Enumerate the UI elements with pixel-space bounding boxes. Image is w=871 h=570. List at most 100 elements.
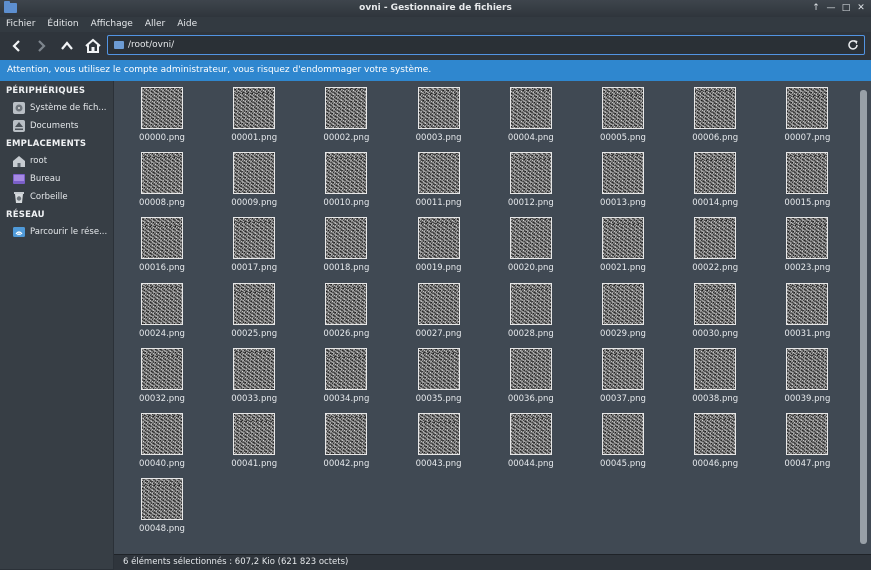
file-name: 00005.png (600, 133, 646, 143)
back-button[interactable] (7, 36, 27, 56)
location-bar[interactable]: /root/ovni/ (107, 35, 865, 55)
file-item[interactable]: 00027.png (403, 277, 475, 339)
sidebar-item-parcourir-reseau[interactable]: Parcourir le rése... (12, 224, 107, 240)
image-thumbnail (602, 282, 644, 325)
image-thumbnail (141, 217, 183, 260)
file-item[interactable]: 00000.png (126, 81, 198, 143)
file-item[interactable]: 00038.png (679, 342, 751, 404)
file-item[interactable]: 00037.png (587, 342, 659, 404)
selection-status: 6 éléments sélectionnés : 607,2 Kio (621… (123, 557, 349, 567)
always-on-top-button[interactable]: ↑ (810, 2, 822, 14)
file-item[interactable]: 00024.png (126, 277, 198, 339)
file-item[interactable]: 00001.png (218, 81, 290, 143)
image-thumbnail (417, 347, 460, 390)
sidebar-item-systeme-de-fichiers[interactable]: Système de fich... (12, 100, 106, 116)
image-thumbnail (417, 87, 460, 129)
image-thumbnail (233, 413, 276, 455)
close-button[interactable]: ✕ (855, 2, 867, 14)
file-name: 00029.png (600, 328, 646, 339)
sidebar-item-corbeille[interactable]: Corbeille (12, 189, 68, 205)
file-item[interactable]: 00039.png (771, 342, 843, 404)
image-thumbnail (694, 152, 737, 195)
file-item[interactable]: 00034.png (310, 342, 382, 404)
chevron-right-icon (38, 40, 46, 52)
file-item[interactable]: 00029.png (587, 277, 659, 339)
file-name: 00035.png (415, 393, 462, 404)
file-item[interactable]: 00009.png (218, 146, 290, 208)
file-item[interactable]: 00018.png (310, 211, 382, 273)
file-item[interactable]: 00008.png (126, 146, 198, 208)
file-item[interactable]: 00005.png (587, 81, 659, 143)
file-name: 00044.png (507, 459, 554, 469)
maximize-button[interactable]: □ (840, 2, 852, 14)
file-item[interactable]: 00003.png (403, 81, 475, 143)
sidebar-item-documents[interactable]: Documents (12, 118, 78, 134)
file-item[interactable]: 00023.png (771, 211, 843, 273)
image-thumbnail (786, 347, 829, 390)
minimize-button[interactable]: — (825, 2, 837, 14)
file-item[interactable]: 00004.png (495, 81, 567, 143)
menu-bar: Fichier Édition Affichage Aller Aide (0, 17, 871, 32)
file-item[interactable]: 00046.png (679, 407, 751, 469)
menu-aller[interactable]: Aller (145, 17, 165, 32)
file-name: 00017.png (231, 263, 278, 274)
image-thumbnail (141, 152, 183, 195)
forward-button[interactable] (31, 36, 51, 56)
menu-fichier[interactable]: Fichier (6, 17, 35, 32)
file-item[interactable]: 00006.png (679, 81, 751, 143)
image-thumbnail (233, 87, 276, 129)
sidebar-item-root[interactable]: root (12, 153, 47, 169)
file-item[interactable]: 00041.png (218, 407, 290, 469)
file-item[interactable]: 00036.png (495, 342, 567, 404)
file-item[interactable]: 00019.png (403, 211, 475, 273)
image-thumbnail (141, 282, 183, 325)
file-item[interactable]: 00022.png (679, 211, 751, 273)
file-item[interactable]: 00043.png (403, 407, 475, 469)
file-item[interactable]: 00026.png (310, 277, 382, 339)
menu-edition[interactable]: Édition (47, 17, 78, 32)
file-item[interactable]: 00040.png (126, 407, 198, 469)
file-name: 00006.png (692, 133, 739, 143)
file-name: 00039.png (784, 393, 831, 404)
file-item[interactable]: 00033.png (218, 342, 290, 404)
file-item[interactable]: 00015.png (771, 146, 843, 208)
folder-icon (114, 41, 124, 49)
image-thumbnail (141, 347, 183, 390)
file-name: 00047.png (784, 459, 831, 469)
file-item[interactable]: 00028.png (495, 277, 567, 339)
image-thumbnail (325, 413, 368, 455)
sidebar-item-bureau[interactable]: Bureau (12, 171, 60, 187)
file-item[interactable]: 00021.png (587, 211, 659, 273)
file-view[interactable]: 00000.png 00001.png 00002.png 00003.png 0000… (114, 81, 871, 554)
file-item[interactable]: 00012.png (495, 146, 567, 208)
location-path[interactable]: /root/ovni/ (128, 40, 174, 50)
file-item[interactable]: 00013.png (587, 146, 659, 208)
file-item[interactable]: 00048.png (126, 472, 198, 534)
home-button[interactable] (83, 36, 103, 56)
menu-affichage[interactable]: Affichage (91, 17, 133, 32)
file-item[interactable]: 00011.png (403, 146, 475, 208)
file-item[interactable]: 00032.png (126, 342, 198, 404)
file-item[interactable]: 00025.png (218, 277, 290, 339)
file-item[interactable]: 00020.png (495, 211, 567, 273)
image-thumbnail (786, 152, 829, 195)
menu-aide[interactable]: Aide (177, 17, 197, 32)
image-thumbnail (602, 413, 644, 455)
file-item[interactable]: 00030.png (679, 277, 751, 339)
file-item[interactable]: 00047.png (771, 407, 843, 469)
file-item[interactable]: 00042.png (310, 407, 382, 469)
file-item[interactable]: 00002.png (310, 81, 382, 143)
file-item[interactable]: 00014.png (679, 146, 751, 208)
section-reseau: RÉSEAU (6, 210, 45, 220)
file-item[interactable]: 00035.png (403, 342, 475, 404)
file-item[interactable]: 00031.png (771, 277, 843, 339)
file-item[interactable]: 00010.png (310, 146, 382, 208)
file-item[interactable]: 00045.png (587, 407, 659, 469)
file-item[interactable]: 00007.png (771, 81, 843, 143)
file-item[interactable]: 00044.png (495, 407, 567, 469)
reload-icon[interactable] (846, 38, 860, 52)
file-item[interactable]: 00017.png (218, 211, 290, 273)
file-item[interactable]: 00016.png (126, 211, 198, 273)
parent-folder-button[interactable] (57, 36, 77, 56)
scrollbar-thumb[interactable] (860, 90, 867, 544)
